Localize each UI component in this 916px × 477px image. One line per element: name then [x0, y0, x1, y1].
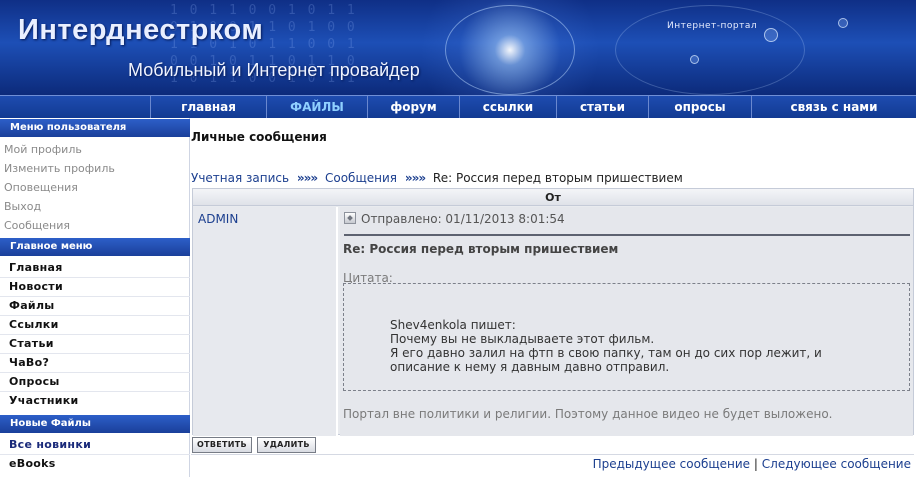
- nav-item-files[interactable]: ФАЙЛЫ: [266, 96, 367, 118]
- sidebar-divider: [0, 277, 190, 278]
- nav-item-polls[interactable]: опросы: [648, 96, 751, 118]
- breadcrumb-separator: »»»: [296, 171, 318, 185]
- message-table-header: От: [193, 189, 913, 206]
- nav-item-home[interactable]: главная: [150, 96, 266, 118]
- site-header: 1 0 1 1 0 0 1 0 1 1 0 1 0 0 1 1 0 1 0 0 …: [0, 0, 916, 95]
- top-navigation: главная ФАЙЛЫ форум ссылки статьи опросы…: [0, 95, 916, 118]
- sidebar-item-files[interactable]: Файлы: [9, 299, 55, 312]
- header-bubble-decoration: [690, 55, 699, 64]
- nav-item-contact[interactable]: связь с нами: [751, 96, 916, 118]
- sidebar-item-home[interactable]: Главная: [9, 261, 63, 274]
- message-body-cell: Отправлено: 01/11/2013 8:01:54 Re: Росси…: [340, 207, 913, 436]
- message-table: От ADMIN Отправлено: 01/11/2013 8:01:54 …: [192, 188, 914, 436]
- breadcrumb-separator: »»»: [404, 171, 426, 185]
- sidebar-main-menu-title: Главное меню: [0, 238, 190, 256]
- sidebar-item-notifications[interactable]: Оповещения: [4, 181, 78, 194]
- message-author-link[interactable]: ADMIN: [198, 212, 238, 226]
- sidebar-item-all-new[interactable]: Все новинки: [9, 438, 91, 451]
- sidebar-item-polls[interactable]: Опросы: [9, 375, 60, 388]
- sidebar-divider: [0, 334, 190, 335]
- nav-item-forum[interactable]: форум: [367, 96, 459, 118]
- nav-item-articles[interactable]: статьи: [556, 96, 648, 118]
- message-sent-date: Отправлено: 01/11/2013 8:01:54: [361, 212, 565, 226]
- reply-button[interactable]: ОТВЕТИТЬ: [192, 437, 252, 453]
- sidebar-item-logout[interactable]: Выход: [4, 200, 41, 213]
- message-reply-text: Портал вне политики и религии. Поэтому д…: [343, 407, 833, 421]
- sidebar-divider: [0, 353, 190, 354]
- post-icon: [344, 212, 356, 224]
- quote-box: Shev4enkola пишет: Почему вы не выкладыв…: [343, 283, 910, 391]
- sidebar-item-ebooks[interactable]: eBooks: [9, 457, 56, 470]
- page-title: Личные сообщения: [191, 130, 327, 144]
- message-pager-bar: Предыдущее сообщение | Следующее сообщен…: [191, 454, 914, 474]
- header-orbit-decoration-2: [615, 5, 805, 95]
- quote-line: Shev4enkola пишет:: [390, 318, 516, 332]
- portal-label: Интернет-портал: [667, 21, 758, 31]
- sidebar-divider: [0, 454, 190, 455]
- sidebar-item-articles[interactable]: Статьи: [9, 337, 54, 350]
- header-bubble-decoration: [764, 28, 778, 42]
- sidebar-divider: [0, 315, 190, 316]
- sidebar-item-members[interactable]: Участники: [9, 394, 79, 407]
- quote-line: Я его давно залил на фтп в свою папку, т…: [390, 346, 822, 360]
- sidebar-new-files-title: Новые Файлы: [0, 415, 190, 433]
- previous-message-link[interactable]: Предыдущее сообщение: [593, 457, 750, 471]
- sidebar-item-edit-profile[interactable]: Изменить профиль: [4, 162, 115, 175]
- sidebar-item-links[interactable]: Ссылки: [9, 318, 59, 331]
- sidebar-divider: [0, 372, 190, 373]
- quote-line: описание к нему я давным давно отправил.: [390, 360, 670, 374]
- sidebar-item-my-profile[interactable]: Мой профиль: [4, 143, 82, 156]
- nav-item-links[interactable]: ссылки: [459, 96, 556, 118]
- next-message-link[interactable]: Следующее сообщение: [762, 457, 911, 471]
- sidebar-item-faq[interactable]: ЧаВо?: [9, 356, 49, 369]
- header-bubble-decoration: [838, 18, 848, 28]
- sidebar-divider: [0, 296, 190, 297]
- site-subtitle: Мобильный и Интернет провайдер: [128, 60, 420, 80]
- sidebar: Меню пользователя Мой профиль Изменить п…: [0, 118, 190, 477]
- sidebar-item-news[interactable]: Новости: [9, 280, 63, 293]
- pager-divider: |: [753, 457, 758, 471]
- sidebar-item-messages[interactable]: Сообщения: [4, 219, 70, 232]
- sidebar-divider: [0, 391, 190, 392]
- message-author-cell: ADMIN: [193, 207, 338, 436]
- message-subject: Re: Россия перед вторым пришествием: [343, 242, 619, 256]
- delete-button[interactable]: УДАЛИТЬ: [257, 437, 316, 453]
- sidebar-user-menu-title: Меню пользователя: [0, 119, 190, 137]
- breadcrumb-current: Re: Россия перед вторым пришествием: [432, 171, 683, 185]
- breadcrumb: Учетная запись »»» Сообщения »»» Re: Рос…: [191, 171, 683, 185]
- main-content: Личные сообщения Учетная запись »»» Сооб…: [191, 118, 916, 477]
- breadcrumb-account-link[interactable]: Учетная запись: [191, 171, 289, 185]
- breadcrumb-messages-link[interactable]: Сообщения: [325, 171, 397, 185]
- site-title[interactable]: Интерднестрком: [18, 14, 263, 47]
- message-pager: Предыдущее сообщение | Следующее сообщен…: [593, 457, 911, 471]
- quote-line: Почему вы не выкладываете этот фильм.: [390, 332, 655, 346]
- header-orbit-decoration: [445, 5, 575, 95]
- message-divider: [344, 234, 910, 236]
